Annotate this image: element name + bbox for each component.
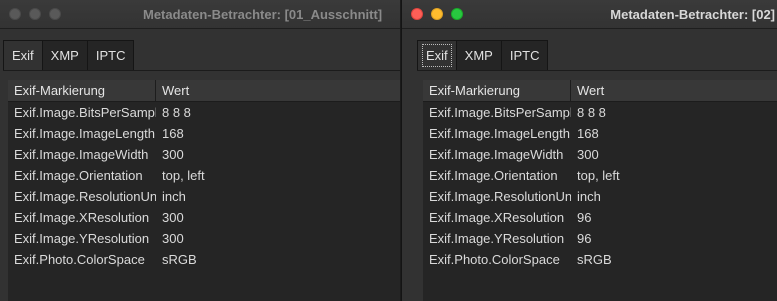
- table-row[interactable]: Exif.Image.ResolutionUnit inch: [423, 186, 777, 207]
- tag-cell: Exif.Image.ImageLength: [429, 126, 570, 141]
- value-cell: 8 8 8: [577, 105, 606, 120]
- tag-cell: Exif.Image.BitsPerSample: [14, 105, 156, 120]
- table-row[interactable]: Exif.Image.ImageWidth 300: [423, 144, 777, 165]
- table-row[interactable]: Exif.Image.BitsPerSample 8 8 8: [423, 102, 777, 123]
- table-row[interactable]: Exif.Image.YResolution 300: [8, 228, 400, 249]
- tag-cell: Exif.Image.ImageWidth: [429, 147, 564, 162]
- table-row[interactable]: Exif.Image.ImageWidth 300: [8, 144, 400, 165]
- value-cell: 300: [162, 231, 184, 246]
- tab-exif[interactable]: Exif: [417, 40, 457, 71]
- tab-label: Exif: [12, 48, 34, 63]
- window-title: Metadaten-Betrachter: [02]: [610, 7, 775, 22]
- tab-label: IPTC: [509, 48, 540, 63]
- table-row[interactable]: Exif.Image.ImageLength 168: [8, 123, 400, 144]
- tag-cell: Exif.Photo.ColorSpace: [429, 252, 560, 267]
- value-cell: 300: [162, 147, 184, 162]
- metadata-viewer-window-2: Metadaten-Betrachter: [02] Exif XMP IPTC…: [401, 0, 777, 301]
- column-header-tag[interactable]: Exif-Markierung: [8, 80, 156, 101]
- column-header-tag[interactable]: Exif-Markierung: [423, 80, 571, 101]
- value-cell: top, left: [577, 168, 620, 183]
- tab-bar: Exif XMP IPTC: [3, 40, 135, 71]
- tag-cell: Exif.Image.ResolutionUnit: [429, 189, 571, 204]
- title-bar[interactable]: Metadaten-Betrachter: [01_Ausschnitt]: [0, 0, 400, 29]
- tag-cell: Exif.Image.XResolution: [14, 210, 150, 225]
- window-controls: [9, 8, 61, 20]
- tab-panel: Exif-Markierung Wert Exif.Image.BitsPerS…: [417, 70, 777, 301]
- exif-table[interactable]: Exif-Markierung Wert Exif.Image.BitsPerS…: [423, 80, 777, 301]
- tag-cell: Exif.Image.ImageLength: [14, 126, 155, 141]
- table-row[interactable]: Exif.Image.Orientation top, left: [423, 165, 777, 186]
- tag-cell: Exif.Image.XResolution: [429, 210, 565, 225]
- window-controls: [411, 8, 463, 20]
- table-row[interactable]: Exif.Photo.ColorSpace sRGB: [8, 249, 400, 270]
- metadata-viewer-window-1: Metadaten-Betrachter: [01_Ausschnitt] Ex…: [0, 0, 400, 301]
- minimize-button[interactable]: [29, 8, 41, 20]
- value-cell: 96: [577, 210, 592, 225]
- table-row[interactable]: Exif.Image.XResolution 96: [423, 207, 777, 228]
- tab-label: XMP: [464, 48, 493, 63]
- tag-cell: Exif.Image.ImageWidth: [14, 147, 149, 162]
- table-row[interactable]: Exif.Image.BitsPerSample 8 8 8: [8, 102, 400, 123]
- tab-label: IPTC: [95, 48, 126, 63]
- tag-cell: Exif.Image.Orientation: [14, 168, 143, 183]
- tag-cell: Exif.Image.Orientation: [429, 168, 558, 183]
- value-cell: 300: [162, 210, 184, 225]
- column-header-value[interactable]: Wert: [571, 80, 777, 101]
- value-cell: sRGB: [162, 252, 197, 267]
- tag-cell: Exif.Image.BitsPerSample: [429, 105, 571, 120]
- title-bar[interactable]: Metadaten-Betrachter: [02]: [402, 0, 777, 29]
- table-row[interactable]: Exif.Image.ResolutionUnit inch: [8, 186, 400, 207]
- close-button[interactable]: [9, 8, 21, 20]
- tab-iptc[interactable]: IPTC: [501, 40, 549, 71]
- tab-panel: Exif-Markierung Wert Exif.Image.BitsPerS…: [3, 70, 400, 301]
- value-cell: top, left: [162, 168, 205, 183]
- table-row[interactable]: Exif.Image.YResolution 96: [423, 228, 777, 249]
- maximize-button[interactable]: [49, 8, 61, 20]
- value-cell: 168: [162, 126, 184, 141]
- tab-label: XMP: [50, 48, 79, 63]
- tab-bar: Exif XMP IPTC: [417, 40, 549, 71]
- window-title: Metadaten-Betrachter: [01_Ausschnitt]: [143, 7, 383, 22]
- exif-table[interactable]: Exif-Markierung Wert Exif.Image.BitsPerS…: [8, 80, 400, 301]
- value-cell: 168: [577, 126, 599, 141]
- value-cell: 300: [577, 147, 599, 162]
- minimize-button[interactable]: [431, 8, 443, 20]
- value-cell: sRGB: [577, 252, 612, 267]
- value-cell: 96: [577, 231, 592, 246]
- tab-xmp[interactable]: XMP: [456, 40, 502, 71]
- tab-label: Exif: [422, 44, 452, 67]
- value-cell: inch: [162, 189, 186, 204]
- table-row[interactable]: Exif.Photo.ColorSpace sRGB: [423, 249, 777, 270]
- tab-exif[interactable]: Exif: [3, 40, 43, 71]
- tag-cell: Exif.Photo.ColorSpace: [14, 252, 145, 267]
- tag-cell: Exif.Image.ResolutionUnit: [14, 189, 156, 204]
- tag-cell: Exif.Image.YResolution: [429, 231, 565, 246]
- tag-cell: Exif.Image.YResolution: [14, 231, 150, 246]
- tab-xmp[interactable]: XMP: [42, 40, 88, 71]
- table-row[interactable]: Exif.Image.Orientation top, left: [8, 165, 400, 186]
- table-row[interactable]: Exif.Image.ImageLength 168: [423, 123, 777, 144]
- table-header: Exif-Markierung Wert: [8, 80, 400, 102]
- tab-iptc[interactable]: IPTC: [87, 40, 135, 71]
- column-header-value[interactable]: Wert: [156, 80, 400, 101]
- table-header: Exif-Markierung Wert: [423, 80, 777, 102]
- value-cell: 8 8 8: [162, 105, 191, 120]
- maximize-button[interactable]: [451, 8, 463, 20]
- value-cell: inch: [577, 189, 601, 204]
- close-button[interactable]: [411, 8, 423, 20]
- table-row[interactable]: Exif.Image.XResolution 300: [8, 207, 400, 228]
